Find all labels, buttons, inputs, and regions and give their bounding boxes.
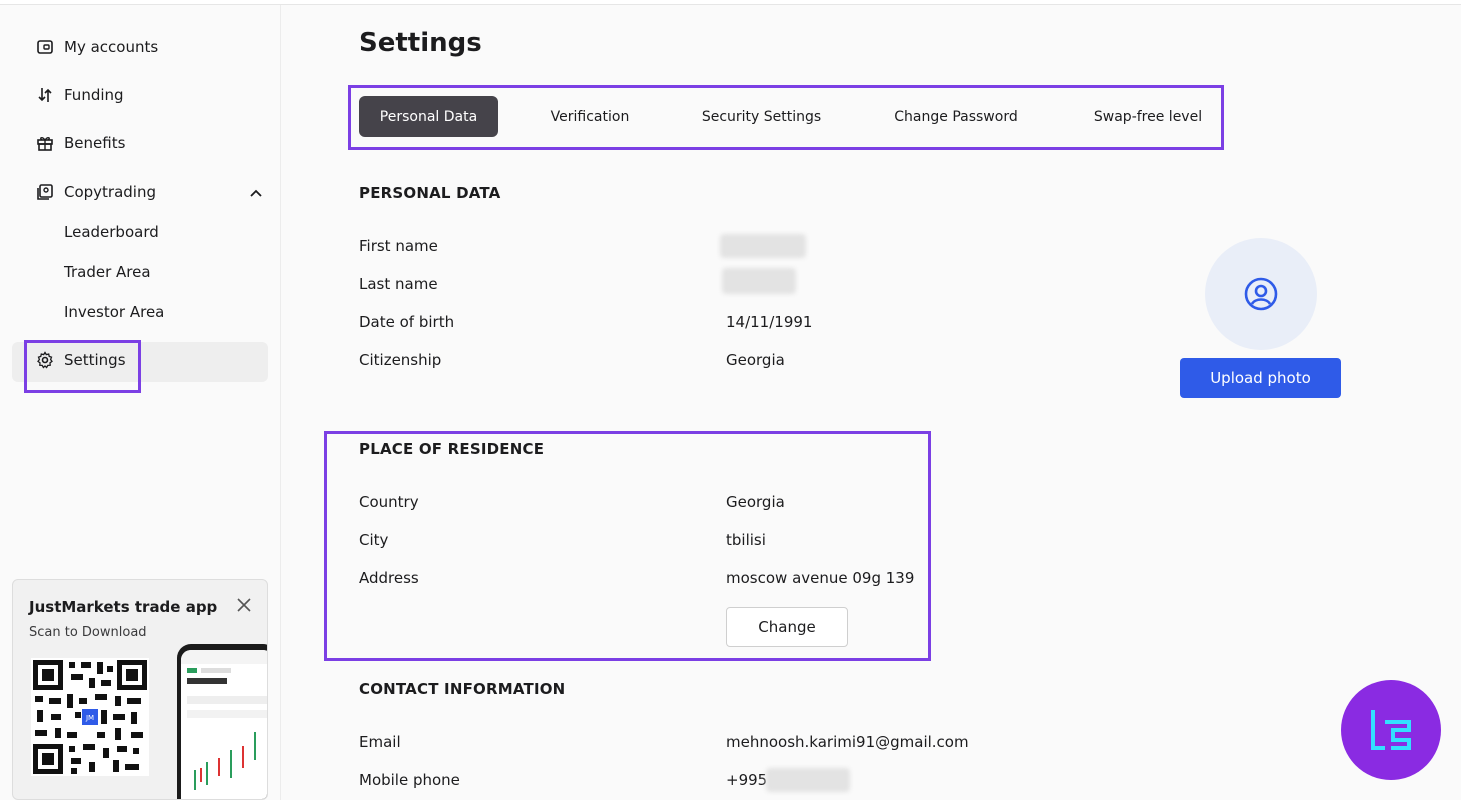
avatar[interactable] [1205, 238, 1317, 350]
mobile-phone-redacted [766, 768, 850, 792]
transfer-arrows-icon [36, 86, 54, 104]
email-value: mehnoosh.karimi91@gmail.com [726, 733, 969, 751]
promo-subtitle: Scan to Download [29, 625, 147, 640]
qr-code: JM [31, 658, 149, 776]
close-icon[interactable] [235, 596, 253, 614]
upload-photo-button[interactable]: Upload photo [1180, 358, 1341, 398]
first-name-redacted [720, 234, 806, 258]
sidebar-item-investor-area[interactable]: Investor Area [64, 303, 164, 321]
sidebar-item-label: Benefits [64, 134, 126, 152]
last-name-redacted [722, 268, 796, 294]
sidebar-item-label: My accounts [64, 38, 159, 56]
brand-logo-icon [1371, 710, 1411, 750]
copytrading-icon [36, 183, 54, 201]
qr-badge: JM [85, 714, 94, 722]
citizenship-label: Citizenship [359, 351, 442, 369]
mobile-phone-value: +995 [726, 771, 768, 789]
wallet-icon [36, 38, 54, 56]
promo-title: JustMarkets trade app [29, 598, 218, 616]
sidebar-item-benefits[interactable]: Benefits [36, 134, 125, 152]
date-of-birth-label: Date of birth [359, 313, 455, 331]
personal-data-title: PERSONAL DATA [359, 184, 501, 202]
email-label: Email [359, 733, 401, 751]
sidebar-item-funding[interactable]: Funding [36, 86, 124, 104]
phone-screen [181, 650, 267, 799]
sidebar-item-label: Funding [64, 86, 124, 104]
contact-title: CONTACT INFORMATION [359, 680, 566, 698]
user-circle-icon [1244, 277, 1278, 311]
sidebar-item-my-accounts[interactable]: My accounts [36, 38, 158, 56]
tabs-highlight-box [348, 85, 1224, 150]
sidebar-item-copytrading[interactable]: Copytrading [36, 183, 156, 201]
residence-highlight-box [324, 431, 931, 661]
chevron-up-icon[interactable] [248, 186, 264, 202]
settings-highlight-box [24, 340, 141, 393]
sidebar-item-trader-area[interactable]: Trader Area [64, 263, 151, 281]
sidebar: My accounts Funding Benefits Copytrading… [0, 5, 281, 800]
page-title: Settings [359, 28, 482, 58]
sidebar-item-leaderboard[interactable]: Leaderboard [64, 223, 159, 241]
first-name-label: First name [359, 237, 438, 255]
date-of-birth-value: 14/11/1991 [726, 313, 813, 331]
gift-icon [36, 134, 54, 152]
citizenship-value: Georgia [726, 351, 785, 369]
mobile-phone-label: Mobile phone [359, 771, 460, 789]
last-name-label: Last name [359, 275, 438, 293]
sidebar-item-label: Copytrading [64, 183, 157, 201]
app-download-promo: JustMarkets trade app Scan to Download J… [12, 579, 268, 800]
phone-mockup [177, 644, 267, 799]
brand-logo-badge [1341, 680, 1441, 780]
